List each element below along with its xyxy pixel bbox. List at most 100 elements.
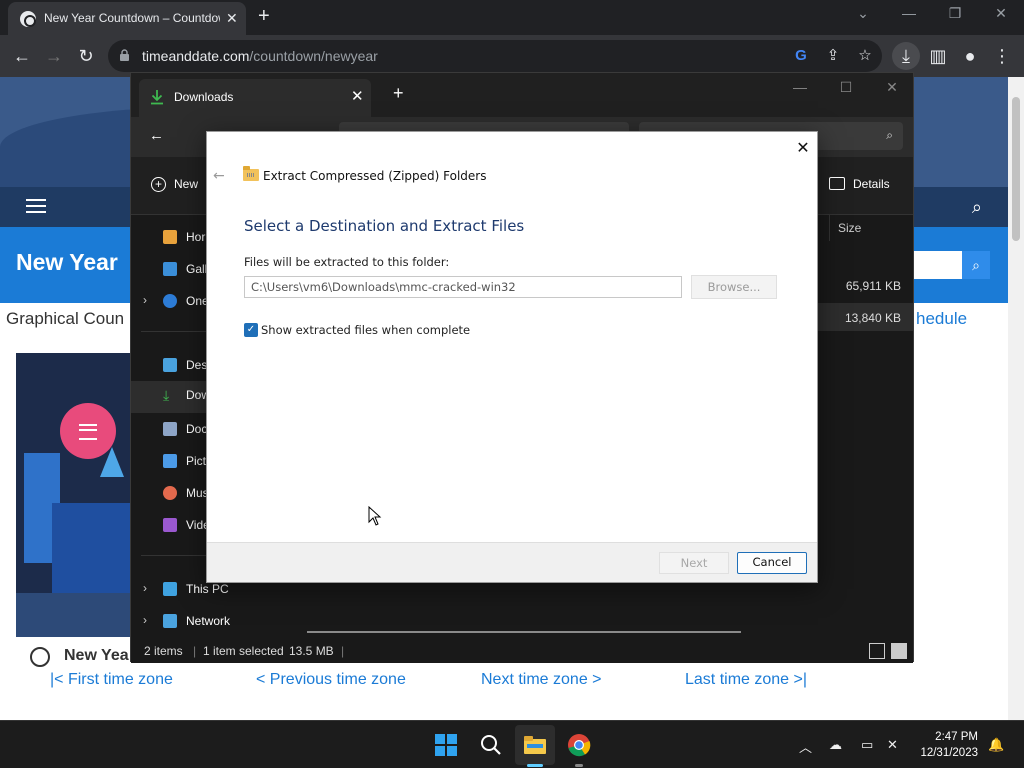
desktop-icon — [163, 358, 177, 372]
url-text: timeanddate.com/countdown/newyear — [142, 48, 378, 64]
back-arrow-icon[interactable]: ← — [213, 168, 225, 184]
new-tab-button[interactable]: + — [258, 5, 270, 28]
status-selected: 1 item selected — [203, 644, 284, 658]
plus-icon: + — [151, 177, 166, 192]
next-button[interactable]: Next — [659, 552, 729, 574]
schedule-link[interactable]: hedule — [916, 309, 967, 329]
destination-path-input[interactable]: C:\Users\vm6\Downloads\mmc-cracked-win32 — [244, 276, 682, 298]
details-view-icon[interactable] — [869, 643, 885, 659]
illustration-ground — [16, 593, 136, 637]
site-favicon-icon — [20, 11, 36, 27]
page-search-button[interactable]: ⌕ — [962, 251, 990, 279]
nav-item-network[interactable]: › Network — [131, 607, 289, 635]
show-files-checkbox-label[interactable]: Show extracted files when complete — [261, 323, 470, 337]
tab-search-chevron-icon[interactable]: ⌄ — [848, 5, 878, 22]
site-search-icon[interactable]: ⌕ — [972, 197, 982, 218]
nav-item-label: Hor — [186, 230, 206, 244]
page-search-input[interactable] — [912, 251, 962, 279]
new-tab-button[interactable]: + — [393, 83, 404, 104]
minimize-button[interactable]: — — [894, 5, 924, 21]
browse-button[interactable]: Browse... — [691, 275, 777, 299]
first-time-zone-link[interactable]: |< First time zone — [50, 671, 173, 689]
globe-icon — [30, 647, 50, 667]
download-arrow-icon: ⤓ — [163, 387, 170, 403]
side-panel-icon[interactable]: ▥ — [926, 44, 950, 68]
maximize-button[interactable]: ☐ — [831, 79, 861, 96]
chevron-right-icon[interactable]: › — [143, 581, 147, 595]
downloads-icon[interactable]: ⤓ — [892, 42, 920, 70]
chrome-icon[interactable] — [567, 733, 591, 757]
share-icon[interactable]: ⇪ — [824, 47, 842, 65]
nav-item-label: Gall — [186, 262, 208, 276]
browser-tab-title: New Year Countdown – Countdown — [44, 11, 220, 25]
tiles-view-icon[interactable] — [891, 643, 907, 659]
page-title: New Year — [16, 249, 118, 275]
network-tray-icon[interactable]: ▭ — [861, 737, 873, 753]
bookmark-star-icon[interactable]: ☆ — [856, 47, 874, 65]
close-window-button[interactable]: ✕ — [986, 5, 1016, 22]
back-arrow-icon[interactable]: ← — [149, 127, 164, 144]
computer-icon — [163, 582, 177, 596]
explorer-tab[interactable]: Downloads ✕ — [139, 79, 371, 117]
details-pane-button[interactable]: Details — [829, 177, 890, 191]
explorer-tab-label: Downloads — [174, 90, 234, 104]
status-size: 13.5 MB — [289, 644, 334, 658]
forward-arrow-icon[interactable]: → — [42, 44, 66, 68]
notification-bell-icon[interactable]: 🔔 — [988, 737, 1004, 753]
mouse-cursor-icon — [368, 506, 382, 526]
cancel-button[interactable]: Cancel — [737, 552, 807, 574]
next-time-zone-link[interactable]: Next time zone > — [481, 671, 602, 689]
lock-icon — [120, 49, 129, 61]
previous-time-zone-link[interactable]: < Previous time zone — [256, 671, 406, 689]
close-tab-icon[interactable]: ✕ — [226, 10, 238, 27]
close-icon[interactable]: ✕ — [793, 138, 813, 158]
wizard-title: Extract Compressed (Zipped) Folders — [263, 169, 487, 183]
dialog-heading: Select a Destination and Extract Files — [244, 217, 525, 235]
browser-tab[interactable]: New Year Countdown – Countdown ✕ — [8, 2, 246, 35]
nav-item-label: Network — [186, 614, 231, 628]
file-explorer-icon — [524, 736, 546, 754]
show-hidden-icons-chevron-icon[interactable]: ︿ — [799, 737, 812, 756]
url-host: timeanddate.com — [142, 48, 250, 64]
video-icon — [163, 518, 177, 532]
extract-dialog: ✕ ← Extract Compressed (Zipped) Folders … — [206, 131, 818, 583]
details-label: Details — [853, 177, 890, 191]
explorer-titlebar: Downloads ✕ + — ☐ ✕ — [131, 73, 913, 117]
reload-icon[interactable]: ↻ — [74, 44, 98, 68]
countdown-illustration — [16, 353, 136, 637]
site-menu-icon[interactable] — [26, 199, 46, 213]
minimize-button[interactable]: — — [785, 79, 815, 95]
zipped-folder-icon — [243, 166, 259, 181]
back-arrow-icon[interactable]: ← — [10, 44, 34, 68]
browser-tab-bar: New Year Countdown – Countdown ✕ + ⌄ — ❐… — [0, 0, 1024, 35]
close-tab-icon[interactable]: ✕ — [351, 87, 364, 105]
pictures-icon — [163, 454, 177, 468]
scrollbar-thumb[interactable] — [1012, 97, 1020, 241]
new-button[interactable]: + New — [151, 177, 198, 192]
nav-item-label: Pict — [186, 454, 207, 468]
page-scrollbar[interactable] — [1008, 77, 1024, 720]
volume-muted-icon[interactable]: ✕ — [887, 737, 898, 753]
restore-button[interactable]: ❐ — [940, 5, 970, 22]
onedrive-tray-icon[interactable]: ☁ — [829, 737, 842, 753]
show-files-checkbox[interactable]: ✓ — [244, 323, 258, 337]
close-window-button[interactable]: ✕ — [877, 79, 907, 96]
system-clock[interactable]: 2:47 PM 12/31/2023 — [908, 729, 978, 761]
column-header-size[interactable]: Size — [829, 215, 913, 241]
search-icon[interactable] — [479, 733, 503, 757]
status-divider: | — [193, 644, 197, 658]
profile-icon[interactable]: ● — [958, 44, 982, 68]
download-arrow-icon — [151, 90, 163, 105]
windows-start-icon[interactable] — [435, 734, 457, 756]
chevron-right-icon[interactable]: › — [143, 293, 147, 307]
horizontal-scrollbar[interactable] — [307, 631, 741, 633]
more-menu-icon[interactable]: ⋮ — [990, 44, 1014, 68]
status-divider: | — [341, 644, 345, 658]
home-icon — [163, 230, 177, 244]
google-lens-icon[interactable]: G — [792, 47, 810, 65]
floating-menu-button[interactable] — [60, 403, 116, 459]
address-bar[interactable]: timeanddate.com/countdown/newyear G ⇪ ☆ — [108, 40, 882, 72]
chevron-right-icon[interactable]: › — [143, 613, 147, 627]
search-icon: ⌕ — [886, 128, 893, 142]
last-time-zone-link[interactable]: Last time zone >| — [685, 671, 807, 689]
